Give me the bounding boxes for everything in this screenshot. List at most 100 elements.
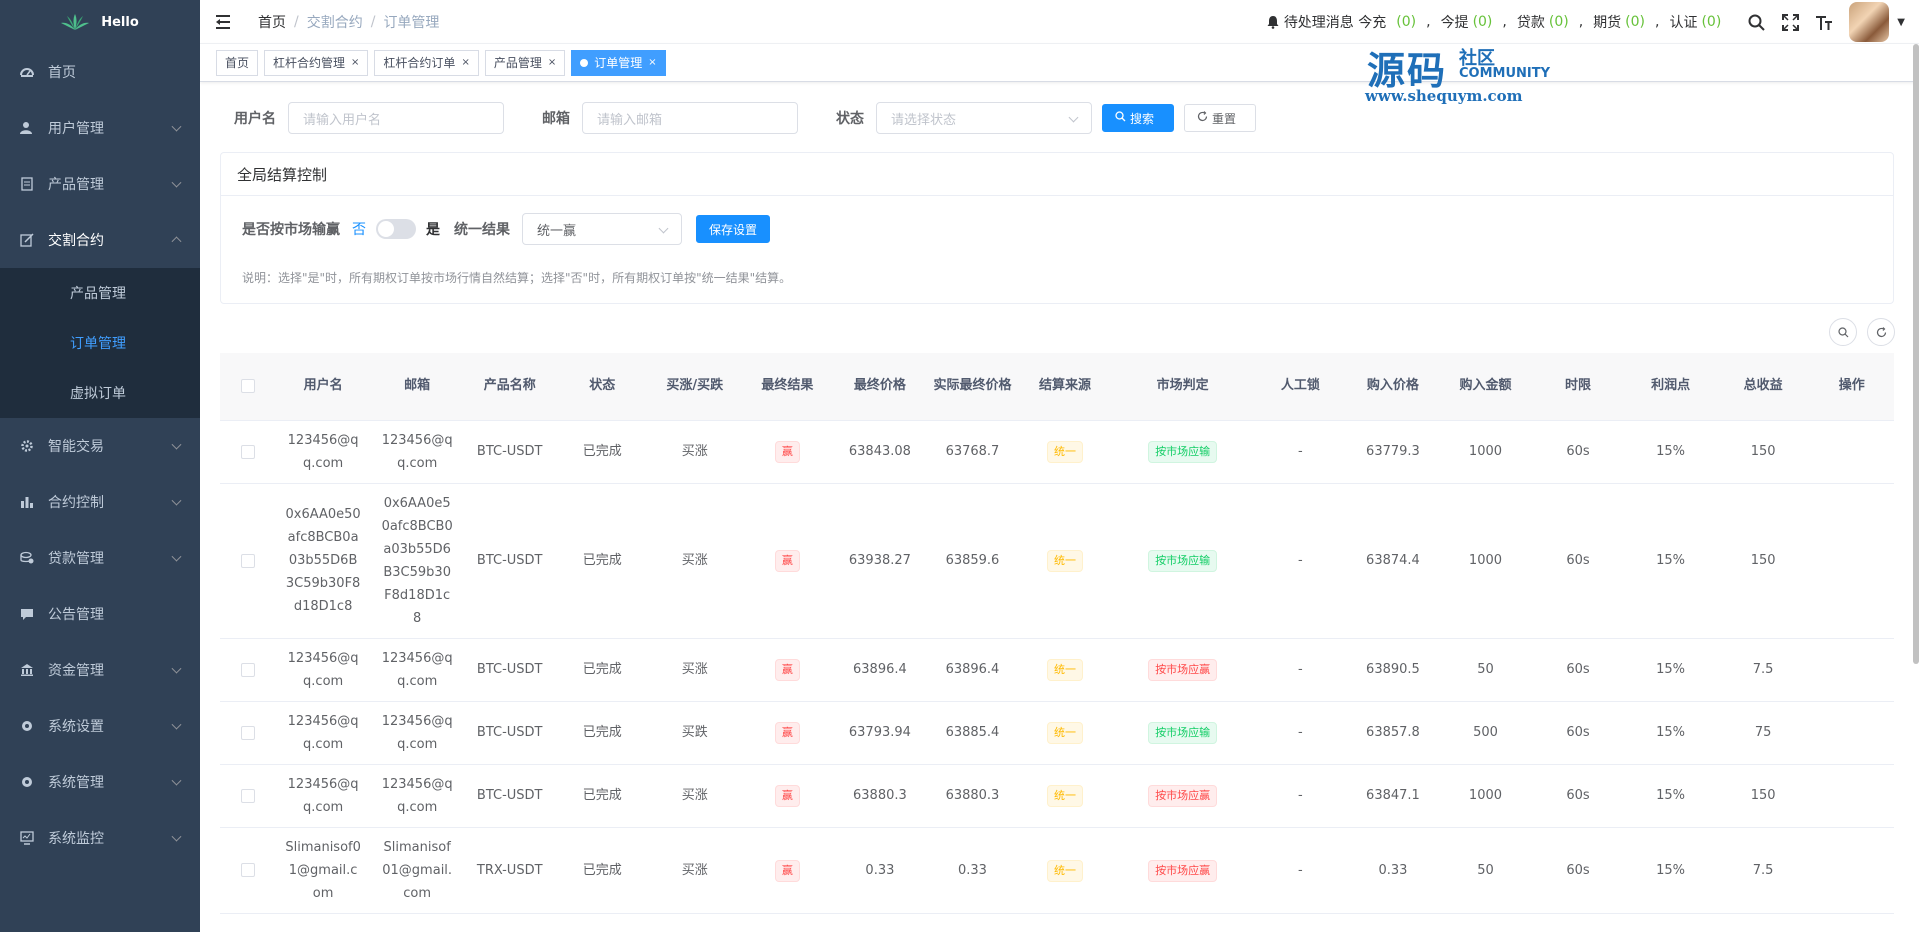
- search-toggle-button[interactable]: [1829, 318, 1857, 346]
- actions-cell: [1809, 483, 1894, 639]
- logo[interactable]: Hello: [0, 0, 200, 44]
- count-withdraw[interactable]: (0): [1473, 14, 1493, 30]
- scrollbar[interactable]: [1913, 44, 1919, 664]
- email-cell: 0x6AA0e50afc8BCB0a03b55D6B3C59b30F8d18D1…: [370, 483, 464, 639]
- sidebar-item-4[interactable]: 智能交易: [0, 418, 200, 474]
- fullscreen-icon[interactable]: [1779, 11, 1801, 33]
- final_price-cell: 63880.3: [833, 764, 927, 828]
- total-cell: 7.5: [1716, 638, 1810, 702]
- table-row[interactable]: 123456@qq.com 123456@qq.com BTC-USDT 已完成 买涨赢…: [220, 420, 1894, 484]
- tag-4[interactable]: 订单管理 ×: [571, 49, 666, 76]
- reset-button[interactable]: 重置: [1184, 104, 1256, 132]
- direction-cell: 买涨: [648, 827, 742, 914]
- close-icon[interactable]: ×: [548, 57, 556, 68]
- column-header: 实际最终价格: [926, 353, 1019, 421]
- search-icon[interactable]: [1745, 11, 1767, 33]
- sidebar: Hello 首页 用户管理 产品管理 交割合约 产品管理 订单管理 虚拟订单 智能交易 合约控制…: [0, 0, 200, 932]
- table-row[interactable]: 0x6AA0e50afc8BCB0a03b55D6B3C59b30F8d18D1…: [220, 483, 1894, 639]
- buy_price-cell: 63890.5: [1346, 638, 1440, 702]
- sidebar-item-1[interactable]: 用户管理: [0, 100, 200, 156]
- count-auth[interactable]: (0): [1701, 14, 1721, 30]
- tags-view: 首页 杠杆合约管理 × 杠杆合约订单 × 产品管理 × 订单管理 ×: [200, 44, 1919, 82]
- sidebar-item-2[interactable]: 产品管理: [0, 156, 200, 212]
- orders-table: 用户名 邮箱 产品名称 状态 买涨/买跌 最终结果 最终价格 实际最终价格 结算来源 市场判定 人工…: [220, 353, 1894, 914]
- profit-cell: 15%: [1624, 483, 1717, 639]
- tag-2[interactable]: 杠杆合约订单 ×: [374, 49, 479, 76]
- document-icon: [20, 177, 34, 191]
- total-cell: 150: [1716, 483, 1810, 639]
- sidebar-item-label: 智能交易: [48, 439, 104, 455]
- sidebar-item-10[interactable]: 系统管理: [0, 754, 200, 810]
- sidebar-item-0[interactable]: 首页: [0, 44, 200, 100]
- submenu-item-0[interactable]: 产品管理: [0, 268, 200, 318]
- market-badge: 按市场应输: [1148, 441, 1218, 463]
- chevron-down-icon: [1068, 112, 1079, 123]
- username-input[interactable]: 请输入用户名: [288, 102, 504, 134]
- table-row[interactable]: 123456@qq.com 123456@qq.com BTC-USDT 已完成 买涨赢…: [220, 764, 1894, 828]
- direction-cell: 买涨: [648, 764, 742, 828]
- sidebar-item-3[interactable]: 交割合约: [0, 212, 200, 268]
- table-row[interactable]: 123456@qq.com 123456@qq.com BTC-USDT 已完成 买跌赢…: [220, 701, 1894, 765]
- refresh-button[interactable]: [1867, 318, 1895, 346]
- save-settings-button[interactable]: 保存设置: [696, 215, 771, 243]
- navbar: 首页 / 交割合约 / 订单管理 待处理消息 今充 (0) , 今提 (0) ,…: [200, 0, 1919, 44]
- final_price-cell: 63938.27: [833, 483, 927, 639]
- submenu-item-2[interactable]: 虚拟订单: [0, 368, 200, 418]
- unified-select[interactable]: 统一赢: [522, 213, 682, 245]
- logo-icon: [61, 14, 90, 30]
- sidebar-item-8[interactable]: 资金管理: [0, 642, 200, 698]
- count-loan[interactable]: (0): [1549, 14, 1569, 30]
- sidebar-item-11[interactable]: 系统监控: [0, 810, 200, 866]
- row-checkbox[interactable]: [240, 553, 255, 568]
- sidebar-item-label: 交割合约: [48, 233, 104, 249]
- search-button[interactable]: 搜索: [1102, 104, 1174, 132]
- tag-3[interactable]: 产品管理 ×: [484, 49, 566, 76]
- count-futures[interactable]: (0): [1625, 14, 1645, 30]
- table-row[interactable]: 123456@qq.com 123456@qq.com BTC-USDT 已完成 买涨赢…: [220, 638, 1894, 702]
- global-settlement-card: 全局结算控制 是否按市场输赢 否 是 统一结果 统一赢 保存设置 说明：选择"是…: [220, 152, 1894, 304]
- submenu-item-1[interactable]: 订单管理: [0, 318, 200, 368]
- username-cell: 0x6AA0e50afc8BCB0a03b55D6B3C59b30F8d18D1…: [275, 483, 371, 639]
- sidebar-item-5[interactable]: 合约控制: [0, 474, 200, 530]
- font-size-icon[interactable]: [1813, 11, 1835, 33]
- direction-cell: 买涨: [648, 420, 742, 484]
- status-cell: 已完成: [555, 827, 649, 914]
- column-header: 市场判定: [1111, 353, 1255, 421]
- close-icon[interactable]: ×: [461, 57, 469, 68]
- chart-icon: [20, 495, 34, 509]
- column-header: 人工锁: [1254, 353, 1347, 421]
- sidebar-item-9[interactable]: 系统设置: [0, 698, 200, 754]
- close-icon[interactable]: ×: [648, 57, 656, 68]
- tag-label: 杠杆合约管理: [273, 56, 346, 70]
- bank-icon: [20, 663, 34, 677]
- market-switch[interactable]: [376, 219, 416, 239]
- caret-down-icon[interactable]: ▼: [1897, 17, 1905, 28]
- tag-0[interactable]: 首页: [216, 49, 259, 76]
- hamburger-icon[interactable]: [216, 14, 234, 29]
- app-name: Hello: [101, 14, 139, 30]
- label-loan: 贷款: [1516, 15, 1545, 31]
- table-row[interactable]: Slimanisof01@gmail.com Slimanisof01@gmail…: [220, 827, 1894, 914]
- sidebar-item-6[interactable]: 贷款管理: [0, 530, 200, 586]
- sidebar-item-label: 产品管理: [48, 177, 104, 193]
- count-recharge[interactable]: (0): [1396, 14, 1416, 30]
- status-select[interactable]: 请选择状态: [876, 102, 1092, 134]
- row-checkbox[interactable]: [240, 863, 255, 877]
- row-checkbox[interactable]: [240, 444, 255, 459]
- close-icon[interactable]: ×: [351, 57, 359, 68]
- select-all-checkbox[interactable]: [240, 378, 255, 393]
- sidebar-item-7[interactable]: 公告管理: [0, 586, 200, 642]
- sidebar-item-label: 系统监控: [48, 831, 104, 847]
- avatar[interactable]: [1849, 2, 1890, 42]
- tag-1[interactable]: 杠杆合约管理 ×: [264, 49, 369, 76]
- email-input[interactable]: 请输入邮箱: [582, 102, 798, 134]
- result-badge: 赢: [774, 441, 800, 463]
- column-header: 邮箱: [370, 353, 464, 421]
- row-checkbox[interactable]: [240, 662, 255, 677]
- row-checkbox[interactable]: [240, 788, 255, 803]
- actual_price-cell: 63768.7: [926, 420, 1019, 484]
- row-checkbox[interactable]: [240, 725, 255, 740]
- search-icon: [1837, 326, 1848, 337]
- breadcrumb-home[interactable]: 首页: [258, 12, 286, 32]
- profit-cell: 15%: [1624, 827, 1717, 914]
